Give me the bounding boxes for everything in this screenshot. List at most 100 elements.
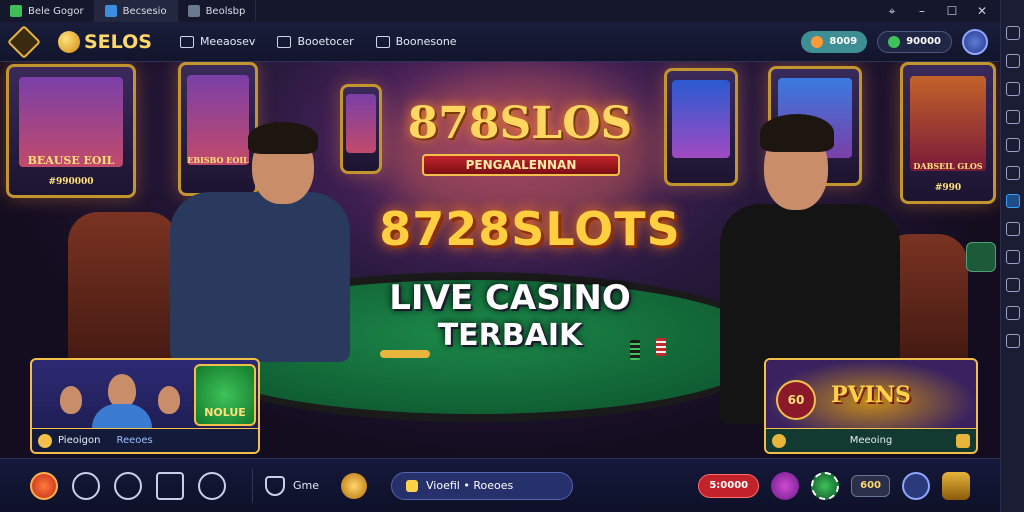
plus-icon[interactable] xyxy=(956,433,970,448)
rail-rotate-icon[interactable] xyxy=(1005,334,1020,348)
promo-title: PVINS xyxy=(831,382,911,408)
nav-label: Meeaosev xyxy=(199,35,256,48)
image-icon xyxy=(187,5,200,17)
game-label: Gme xyxy=(293,479,320,492)
coins-value: 90000 xyxy=(906,36,941,47)
nav-item-1[interactable]: Meeaosev xyxy=(179,35,256,48)
tab-beolsbp[interactable]: Beolsbp xyxy=(178,0,257,22)
promo-green-card[interactable]: NOLUE xyxy=(194,364,256,426)
tab-label: Becsesio xyxy=(122,5,167,17)
fire-icon[interactable] xyxy=(30,471,58,500)
balance-pill[interactable]: 8009 xyxy=(801,30,868,53)
toolbar-right: 5:0000 600 xyxy=(698,471,970,500)
menu-dots-icon[interactable] xyxy=(902,471,930,500)
rail-screen-icon[interactable] xyxy=(1005,82,1020,96)
balance-value: 8009 xyxy=(829,36,858,47)
monitor-icon xyxy=(179,35,194,48)
rail-settings-icon[interactable] xyxy=(1005,278,1020,292)
hero-banner[interactable]: BEAUSE EOIL #990000 EBISBO EOIL DABSEIL … xyxy=(0,62,1000,458)
hand-icon[interactable] xyxy=(966,242,996,272)
roulette-icon[interactable] xyxy=(771,471,800,500)
game-button[interactable]: Gme xyxy=(265,475,320,496)
slot-amount: #990 xyxy=(934,182,962,193)
nav-item-3[interactable]: Boonesone xyxy=(375,35,457,48)
tab-label: Bele Gogor xyxy=(28,5,84,17)
badge-icon xyxy=(38,433,52,448)
ticket-icon xyxy=(811,35,824,48)
game-icon xyxy=(10,5,22,17)
menu-diamond-icon[interactable] xyxy=(7,24,41,59)
nav-item-2[interactable]: Booetocer xyxy=(277,35,354,48)
home-icon[interactable] xyxy=(942,471,970,500)
slot-screen xyxy=(910,75,986,172)
rail-phone-icon[interactable] xyxy=(1005,194,1020,208)
bottom-toolbar: Gme Vioefil • Roeoes 5:0000 600 xyxy=(0,458,1000,512)
brand-name: SELOS xyxy=(84,30,152,53)
rail-volume-icon[interactable] xyxy=(1005,222,1020,236)
gold-badge-icon[interactable] xyxy=(341,472,368,499)
gift-icon xyxy=(375,35,390,48)
promo-head xyxy=(108,374,136,408)
chip-icon[interactable] xyxy=(811,471,840,500)
promo-left-link[interactable]: Reeoes xyxy=(116,435,152,446)
chip-stack xyxy=(630,340,640,360)
rail-gamepad-icon[interactable] xyxy=(1005,166,1020,180)
slot-amount: #990000 xyxy=(48,177,94,188)
window-icon xyxy=(104,5,117,17)
slot-text: BEAUSE EOIL xyxy=(27,153,115,167)
shield-icon xyxy=(265,475,285,496)
brand-logo[interactable]: SELOS xyxy=(58,30,152,53)
avatar[interactable] xyxy=(962,28,988,55)
promo-figures xyxy=(46,364,196,434)
pin-icon[interactable]: ⌖ xyxy=(886,5,898,17)
headline-line-2: TERBAIK xyxy=(437,318,583,353)
promo-card-left[interactable]: NOLUE Pieoigon Reeoes xyxy=(30,358,260,454)
rail-camera-icon[interactable] xyxy=(1005,110,1020,124)
dealer-hair xyxy=(760,114,834,152)
search-text: Vioefil • Roeoes xyxy=(426,479,514,492)
dealer-hair xyxy=(248,122,318,154)
rail-folder-icon[interactable] xyxy=(1005,250,1020,264)
tab-bele-gogor[interactable]: Bele Gogor xyxy=(0,0,95,22)
coin-icon xyxy=(888,35,901,48)
red-pill-button[interactable]: 5:0000 xyxy=(698,473,760,498)
tag-icon xyxy=(406,479,419,492)
header-actions: 8009 90000 xyxy=(801,28,988,55)
tab-becsesio[interactable]: Becsesio xyxy=(94,0,178,22)
dealer-right xyxy=(720,108,900,424)
promo-left-bar: Pieoigon Reeoes xyxy=(32,428,258,452)
compass-icon[interactable] xyxy=(198,471,226,500)
circle-icon[interactable] xyxy=(114,471,142,500)
promo-badge: 60 xyxy=(776,380,816,420)
logo-subtitle: PENGAALENNAN xyxy=(422,154,620,176)
rail-keyboard-icon[interactable] xyxy=(1005,138,1020,152)
toolbar-divider xyxy=(252,468,253,503)
slot-machine-left: BEAUSE EOIL #990000 xyxy=(6,64,136,198)
close-icon[interactable]: ✕ xyxy=(976,5,988,17)
maximize-icon[interactable]: ☐ xyxy=(946,5,958,17)
minimize-icon[interactable]: – xyxy=(916,5,928,17)
small-pill-button[interactable]: 600 xyxy=(851,474,890,497)
face-icon[interactable] xyxy=(156,471,184,500)
brand-mark-icon xyxy=(58,30,80,53)
chip-stack xyxy=(656,338,666,356)
app-header: SELOS Meeaosev Booetocer Boonesone 8009 … xyxy=(0,22,1000,62)
ticket-icon xyxy=(772,433,786,448)
rail-share-icon[interactable] xyxy=(1005,54,1020,68)
search-pill[interactable]: Vioefil • Roeoes xyxy=(391,471,574,500)
promo-card-right[interactable]: 60 PVINS Meeoing xyxy=(764,358,978,454)
promo-head xyxy=(158,386,180,414)
crosshair-icon[interactable] xyxy=(72,471,100,500)
coins-pill[interactable]: 90000 xyxy=(877,30,952,53)
rail-expand-icon[interactable] xyxy=(1005,306,1020,320)
dealer-torso xyxy=(170,192,350,362)
nav-label: Boonesone xyxy=(395,35,457,48)
rail-back-icon[interactable] xyxy=(1005,26,1020,40)
logo-title: 878SLOS xyxy=(407,98,633,149)
nav-label: Booetocer xyxy=(297,35,354,48)
promo-right-bar: Meeoing xyxy=(766,428,976,452)
window-tab-bar: Bele Gogor Becsesio Beolsbp ⌖ – ☐ ✕ xyxy=(0,0,1000,22)
promo-head xyxy=(60,386,82,414)
slot-text: DABSEIL GLOS xyxy=(913,161,983,172)
calendar-icon xyxy=(277,35,292,48)
